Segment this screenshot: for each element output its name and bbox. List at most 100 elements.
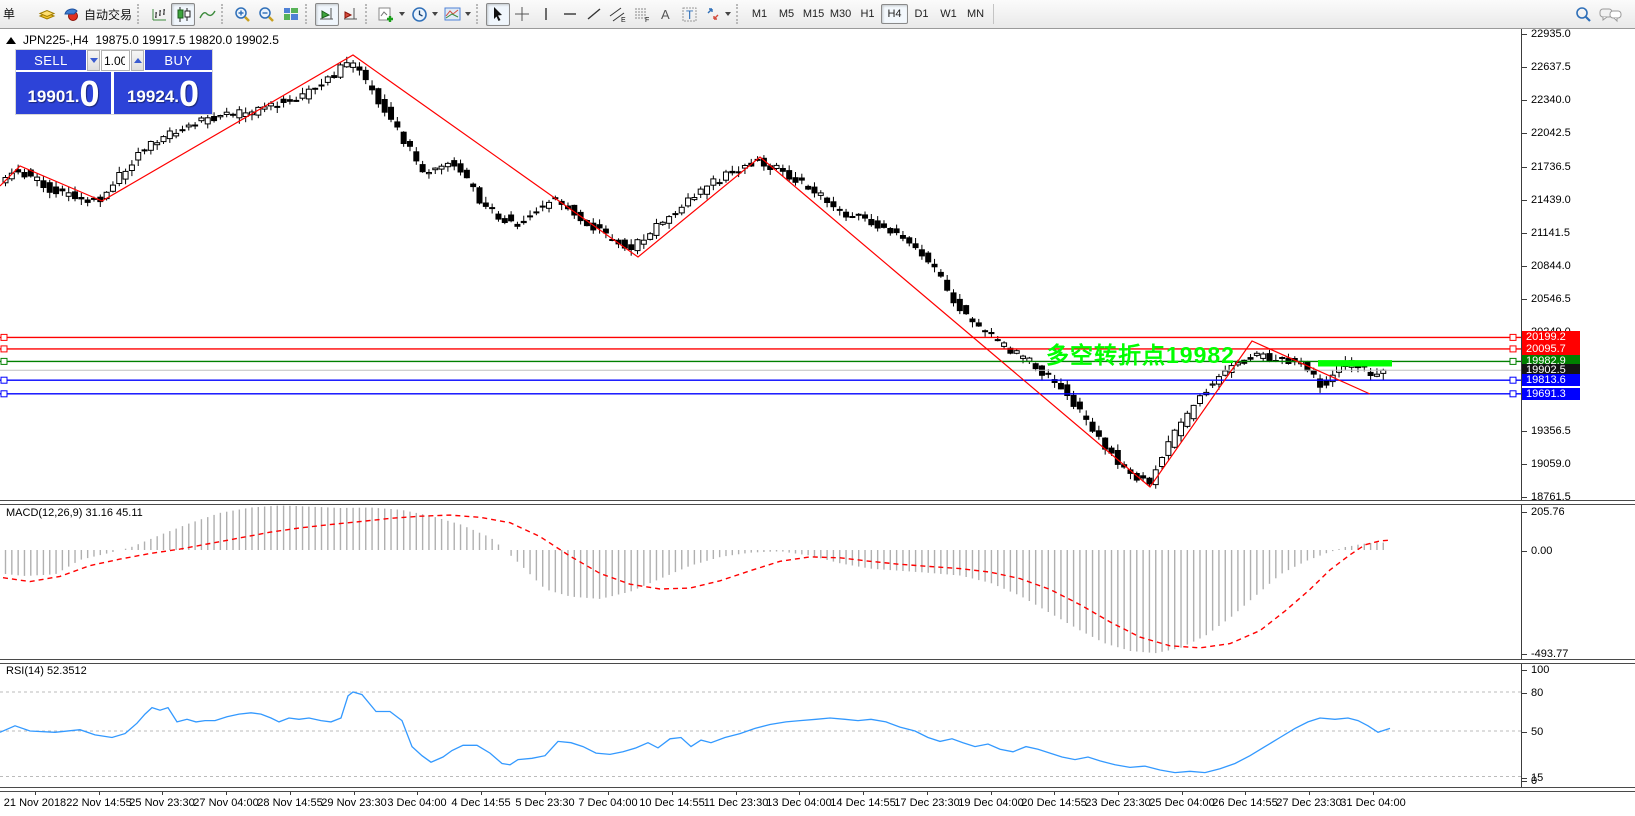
autotrade-icon [62, 6, 80, 22]
sell-price-box[interactable]: 19901.0 [16, 72, 111, 114]
volume-input[interactable] [101, 50, 130, 71]
macd-tick-mark [1522, 512, 1527, 513]
candle-body [1280, 358, 1285, 359]
text-tool-button[interactable]: A [654, 3, 678, 26]
volume-increase-button[interactable] [131, 50, 144, 71]
auto-scroll-button[interactable] [315, 3, 339, 26]
crosshair-button[interactable] [510, 3, 534, 26]
price-tick-mark [1522, 431, 1527, 432]
timeframe-button-m1[interactable]: M1 [746, 4, 773, 24]
candle-body [338, 65, 343, 77]
add-indicator-button[interactable] [375, 3, 408, 26]
periods-button[interactable] [408, 3, 441, 26]
line-handle[interactable] [1510, 334, 1516, 340]
timeframe-button-w1[interactable]: W1 [935, 4, 962, 24]
candle-body [863, 215, 868, 218]
channel-button[interactable]: E [606, 3, 630, 26]
bar-chart-button[interactable] [147, 3, 171, 26]
main-price-chart[interactable] [0, 29, 1521, 501]
candle-body [85, 200, 90, 202]
candle-body [129, 165, 134, 171]
channel-sub-glyph: E [621, 17, 626, 23]
candle-body [426, 173, 431, 174]
candlestick-chart-icon [175, 6, 192, 23]
line-chart-button[interactable] [195, 3, 219, 26]
auto-scroll-icon [318, 6, 336, 22]
candle-body [825, 198, 830, 202]
tile-windows-button[interactable] [279, 3, 303, 26]
vertical-line-button[interactable] [534, 3, 558, 26]
candle-body [376, 89, 381, 104]
line-handle[interactable] [1510, 377, 1516, 383]
line-handle[interactable] [1, 346, 7, 352]
rsi-tick-mark [1522, 781, 1527, 782]
volume-decrease-button[interactable] [87, 50, 100, 71]
candle-body [1147, 478, 1152, 484]
macd-indicator-pane[interactable] [0, 503, 1521, 659]
timeframe-button-h4[interactable]: H4 [881, 4, 908, 24]
pane-separator[interactable] [0, 500, 1635, 505]
candle-body [344, 63, 349, 67]
templates-button[interactable] [441, 3, 474, 26]
candle-body [534, 212, 539, 213]
candlestick-chart-button[interactable] [171, 3, 195, 26]
candle-body [799, 178, 804, 180]
candle-body [635, 240, 640, 251]
line-handle[interactable] [1, 377, 7, 383]
line-handle[interactable] [1, 391, 7, 397]
buy-button[interactable]: BUY [145, 50, 212, 71]
line-handle[interactable] [1510, 346, 1516, 352]
candle-body [1172, 430, 1177, 447]
orders-button[interactable] [35, 3, 59, 26]
search-button[interactable] [1572, 3, 1596, 26]
chat-button[interactable] [1596, 3, 1626, 26]
new-order-button[interactable]: 订单 [3, 5, 35, 23]
price-tick-label: 22637.5 [1531, 61, 1571, 73]
price-tick-mark [1522, 266, 1527, 267]
autotrade-button[interactable]: 自动交易 [59, 3, 135, 26]
candle-body [673, 214, 678, 215]
sell-button[interactable]: SELL [16, 50, 86, 71]
cursor-icon [490, 6, 506, 22]
zoom-out-button[interactable] [255, 3, 279, 26]
rsi-indicator-pane[interactable] [0, 662, 1521, 787]
arrows-button[interactable] [702, 3, 734, 26]
sell-price-pips: 0 [79, 76, 99, 112]
price-tick-label: 21439.0 [1531, 194, 1571, 206]
horizontal-line-button[interactable] [558, 3, 582, 26]
line-handle[interactable] [1, 358, 7, 364]
timeframe-button-m30[interactable]: M30 [827, 4, 854, 24]
candle-body [515, 224, 520, 226]
new-order-label: 订单 [3, 5, 15, 22]
candle-body [844, 212, 849, 217]
timeframe-button-m5[interactable]: M5 [773, 4, 800, 24]
macd-label: MACD(12,26,9) 31.16 45.11 [6, 507, 143, 519]
fibonacci-button[interactable]: F [630, 3, 654, 26]
pane-separator[interactable] [0, 659, 1635, 664]
buy-price-box[interactable]: 19924.0 [114, 72, 212, 114]
chat-icon [1599, 6, 1623, 23]
cursor-button[interactable] [486, 3, 510, 26]
timeframe-button-m15[interactable]: M15 [800, 4, 827, 24]
zoom-in-button[interactable] [231, 3, 255, 26]
trendline-button[interactable] [582, 3, 606, 26]
candle-body [1311, 371, 1316, 375]
text-label-button[interactable]: T [678, 3, 702, 26]
candle-body [300, 94, 305, 98]
timeframe-button-h1[interactable]: H1 [854, 4, 881, 24]
line-handle[interactable] [1510, 358, 1516, 364]
timeframe-button-d1[interactable]: D1 [908, 4, 935, 24]
vertical-line-icon [538, 6, 554, 22]
candle-body [287, 100, 292, 102]
candle-body [407, 142, 412, 147]
candle-body [420, 165, 425, 172]
chart-shift-button[interactable] [339, 3, 363, 26]
candle-body [110, 185, 115, 191]
timeframe-button-mn[interactable]: MN [962, 4, 989, 24]
line-handle[interactable] [1, 334, 7, 340]
toolbar-separator [365, 4, 371, 24]
line-handle[interactable] [1510, 391, 1516, 397]
candle-body [136, 153, 141, 161]
sell-price-main: 19901 [27, 82, 74, 112]
collapse-chart-arrow-icon[interactable] [6, 37, 16, 44]
